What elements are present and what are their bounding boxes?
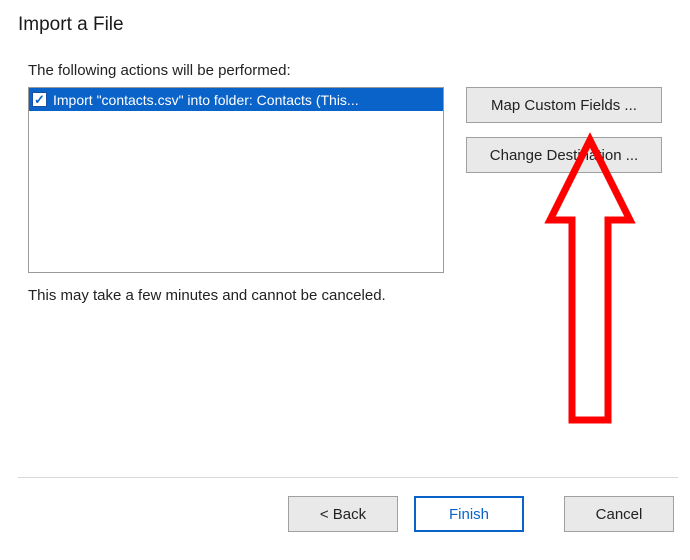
separator [18, 477, 678, 478]
list-item[interactable]: ✓ Import "contacts.csv" into folder: Con… [29, 88, 443, 111]
side-buttons: Map Custom Fields ... Change Destination… [466, 87, 662, 173]
change-destination-button[interactable]: Change Destination ... [466, 137, 662, 173]
actions-listbox[interactable]: ✓ Import "contacts.csv" into folder: Con… [28, 87, 444, 273]
list-item-label: Import "contacts.csv" into folder: Conta… [53, 92, 359, 108]
actions-row: ✓ Import "contacts.csv" into folder: Con… [28, 87, 668, 273]
content-area: The following actions will be performed:… [0, 44, 690, 304]
finish-button[interactable]: Finish [414, 496, 524, 532]
back-button[interactable]: < Back [288, 496, 398, 532]
note-text: This may take a few minutes and cannot b… [28, 287, 668, 304]
bottom-buttons: < Back Finish Cancel [288, 496, 674, 532]
actions-label: The following actions will be performed: [28, 62, 668, 79]
cancel-button[interactable]: Cancel [564, 496, 674, 532]
map-custom-fields-button[interactable]: Map Custom Fields ... [466, 87, 662, 123]
checkbox-icon[interactable]: ✓ [32, 92, 47, 107]
dialog-title: Import a File [0, 0, 690, 44]
